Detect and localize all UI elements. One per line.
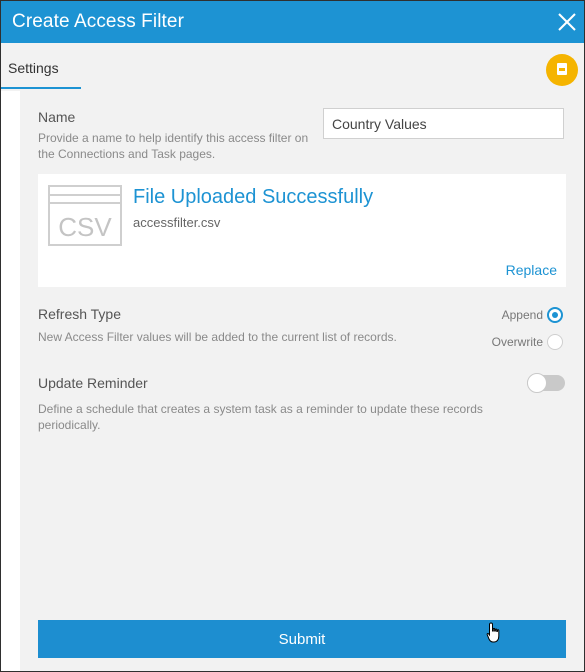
tab-settings[interactable]: Settings [8, 60, 59, 76]
upload-status-card: CSV File Uploaded Successfully accessfil… [38, 174, 566, 287]
overwrite-radio[interactable] [547, 334, 563, 350]
toggle-knob [527, 373, 547, 393]
tab-bar: Settings [1, 43, 584, 91]
refresh-type-description: New Access Filter values will be added t… [38, 330, 397, 344]
uploaded-filename: accessfilter.csv [133, 215, 221, 230]
append-label: Append [501, 308, 543, 322]
csv-icon-text: CSV [58, 212, 112, 242]
name-label: Name [38, 109, 76, 125]
dialog-title: Create Access Filter [12, 11, 184, 32]
hand-cursor-icon [486, 622, 500, 643]
tab-settings-underline [1, 87, 81, 89]
name-description: Provide a name to help identify this acc… [38, 131, 309, 161]
name-input[interactable] [323, 108, 564, 139]
append-radio[interactable] [547, 307, 563, 323]
overwrite-label: Overwrite [491, 335, 543, 349]
create-access-filter-dialog: Create Access Filter Settings Name Provi… [0, 0, 585, 672]
refresh-type-label: Refresh Type [38, 306, 122, 322]
close-icon[interactable] [556, 11, 578, 33]
file-doc-icon[interactable] [546, 54, 578, 86]
update-reminder-description: Define a schedule that creates a system … [38, 402, 483, 432]
update-reminder-toggle[interactable] [527, 373, 565, 393]
replace-link[interactable]: Replace [506, 262, 557, 278]
dialog-titlebar: Create Access Filter [1, 1, 584, 43]
overwrite-option[interactable]: Overwrite [492, 334, 563, 350]
append-option[interactable]: Append [502, 307, 563, 323]
csv-file-icon: CSV [48, 185, 122, 246]
update-reminder-label: Update Reminder [38, 375, 148, 391]
upload-success-title: File Uploaded Successfully [133, 186, 374, 208]
